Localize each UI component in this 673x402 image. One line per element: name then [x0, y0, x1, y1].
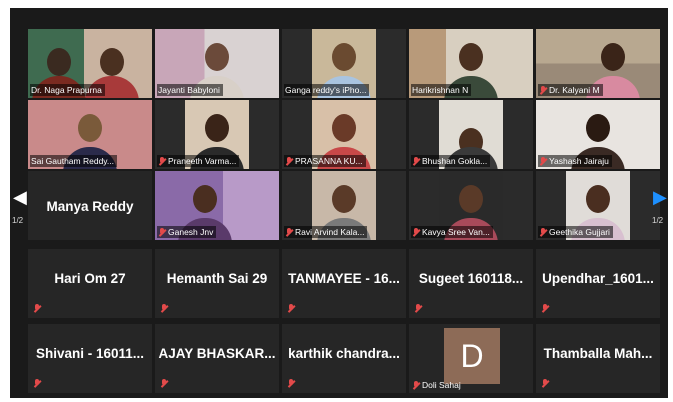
- arrow-right-icon: ▶: [653, 187, 667, 207]
- video-person: [459, 42, 483, 71]
- page-indicator-left: 1/2: [12, 216, 24, 225]
- mic-muted-icon: [539, 85, 547, 95]
- video-person: [332, 113, 356, 142]
- participant-tile[interactable]: Ganga reddy's iPho...: [282, 29, 406, 98]
- participant-tile[interactable]: Jayanti Babyloni: [155, 29, 279, 98]
- participant-tile[interactable]: Yashash Jairaju: [536, 100, 660, 169]
- participant-tile[interactable]: PRASANNA KU...: [282, 100, 406, 169]
- participant-name-label: Dr. Naga Prapurna: [30, 84, 105, 96]
- arrow-left-icon: ◀: [13, 187, 27, 207]
- participant-tile[interactable]: Geethika Gujjari: [536, 171, 660, 240]
- participant-tile[interactable]: Hemanth Sai 29: [155, 249, 279, 318]
- participant-tile[interactable]: Praneeth Varma...: [155, 100, 279, 169]
- participant-tile[interactable]: Dr. Naga Prapurna: [28, 29, 152, 98]
- participant-tile[interactable]: Shivani - 16011...: [28, 324, 152, 393]
- participant-name: Shivani - 16011...: [35, 346, 145, 361]
- participant-name: karthik chandra...: [288, 346, 400, 361]
- participant-tile[interactable]: AJAY BHASKAR...: [155, 324, 279, 393]
- mic-muted-icon: [33, 379, 41, 388]
- next-page-button[interactable]: ▶ 1/2: [650, 180, 672, 240]
- video-person: [205, 42, 229, 71]
- participant-name: Upendhar_1601...: [542, 271, 654, 286]
- participant-name-label: Harikrishnan N: [411, 84, 472, 96]
- participant-name: Hemanth Sai 29: [166, 271, 268, 286]
- participant-tile[interactable]: Sugeet 160118...: [409, 249, 533, 318]
- mic-muted-icon: [287, 304, 295, 313]
- mic-muted-icon: [539, 227, 547, 237]
- participant-name-label: Jayanti Babyloni: [157, 84, 223, 96]
- participant-tile[interactable]: Kavya Sree Van...: [409, 171, 533, 240]
- participant-tile[interactable]: Thamballa Mah...: [536, 324, 660, 393]
- mic-muted-icon: [33, 304, 41, 313]
- video-person: [600, 42, 625, 71]
- mic-muted-icon: [158, 227, 166, 237]
- gallery-view: Dr. Naga Prapurna Jayanti Babyloni Ganga…: [10, 8, 668, 398]
- video-person: [78, 113, 102, 142]
- previous-page-button[interactable]: ◀ 1/2: [10, 180, 32, 240]
- participant-tile[interactable]: Ganesh Jnv: [155, 171, 279, 240]
- participant-name-label: Praneeth Varma...: [157, 155, 240, 167]
- mic-muted-icon: [539, 156, 547, 166]
- participant-name-label: Yashash Jairaju: [538, 155, 612, 167]
- mic-muted-icon: [412, 380, 420, 390]
- video-person: [205, 113, 229, 142]
- participant-name: Manya Reddy: [46, 199, 134, 214]
- mic-muted-icon: [158, 156, 166, 166]
- video-person: [586, 113, 610, 142]
- participant-name-label: Geethika Gujjari: [538, 226, 613, 238]
- participant-tile[interactable]: D Doli Sahaj: [409, 324, 533, 393]
- participant-tile-active-speaker[interactable]: Sai Gautham Reddy...: [28, 100, 152, 169]
- page-indicator-right: 1/2: [652, 216, 664, 225]
- participant-tile[interactable]: Dr. Kalyani M: [536, 29, 660, 98]
- avatar: D: [444, 328, 500, 384]
- participant-tile[interactable]: karthik chandra...: [282, 324, 406, 393]
- video-person: [332, 42, 356, 71]
- participant-tile[interactable]: Harikrishnan N: [409, 29, 533, 98]
- participant-tile[interactable]: Upendhar_1601...: [536, 249, 660, 318]
- video-person: [332, 184, 356, 213]
- zoom-meeting-window: Dr. Naga Prapurna Jayanti Babyloni Ganga…: [0, 0, 673, 402]
- participant-tile[interactable]: Ravi Arvind Kala...: [282, 171, 406, 240]
- participant-name-label: Bhushan Gokla...: [411, 155, 491, 167]
- mic-muted-icon: [412, 156, 420, 166]
- participant-name: TANMAYEE - 16...: [288, 271, 400, 286]
- participant-tile[interactable]: TANMAYEE - 16...: [282, 249, 406, 318]
- participant-name: Sugeet 160118...: [418, 271, 524, 286]
- participant-name-label: Sai Gautham Reddy...: [30, 155, 117, 167]
- mic-muted-icon: [285, 156, 293, 166]
- participant-name-label: Ganesh Jnv: [157, 226, 217, 238]
- participant-name: Hari Om 27: [54, 271, 126, 286]
- mic-muted-icon: [412, 227, 420, 237]
- participant-tile[interactable]: Manya Reddy: [28, 171, 152, 240]
- video-person: [459, 184, 483, 213]
- participant-tile[interactable]: Bhushan Gokla...: [409, 100, 533, 169]
- participant-name-label: Ganga reddy's iPho...: [284, 84, 370, 96]
- participant-name-label: PRASANNA KU...: [284, 155, 366, 167]
- video-person: [586, 184, 610, 213]
- video-person: [192, 184, 217, 213]
- mic-muted-icon: [285, 227, 293, 237]
- mic-muted-icon: [160, 379, 168, 388]
- participant-name-label: Doli Sahaj: [411, 379, 464, 391]
- participant-name: AJAY BHASKAR...: [158, 346, 276, 361]
- mic-muted-icon: [160, 304, 168, 313]
- mic-muted-icon: [541, 304, 549, 313]
- participant-name: Thamballa Mah...: [543, 346, 653, 361]
- mic-muted-icon: [541, 379, 549, 388]
- participant-name-label: Dr. Kalyani M: [538, 84, 603, 96]
- participant-tile[interactable]: Hari Om 27: [28, 249, 152, 318]
- participant-name-label: Kavya Sree Van...: [411, 226, 493, 238]
- mic-muted-icon: [414, 304, 422, 313]
- participant-name-label: Ravi Arvind Kala...: [284, 226, 368, 238]
- mic-muted-icon: [287, 379, 295, 388]
